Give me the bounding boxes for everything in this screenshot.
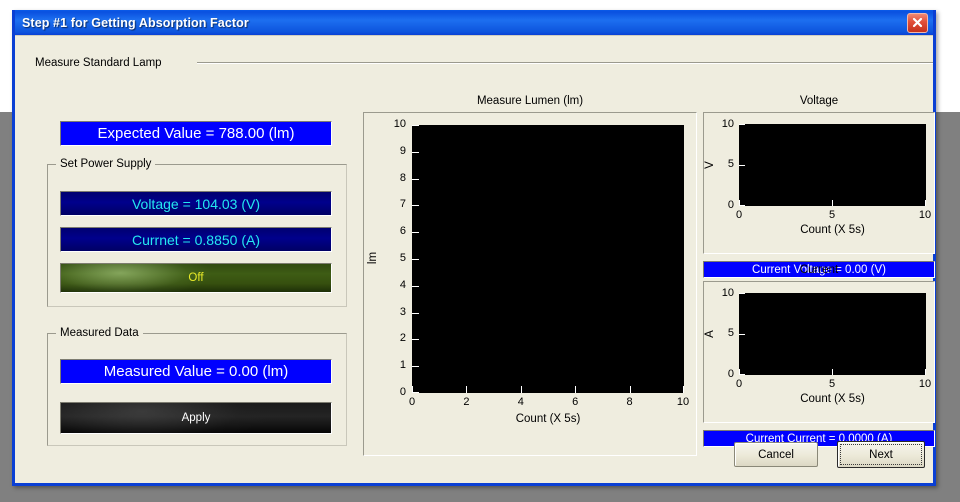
x-tick-label: 0 xyxy=(735,209,743,221)
y-tick-label: 10 xyxy=(393,118,406,130)
x-tick-label: 10 xyxy=(918,378,932,390)
x-tick-label: 0 xyxy=(408,396,416,408)
current-y-axis-label: A xyxy=(704,330,716,338)
y-tick-label: 7 xyxy=(399,198,406,211)
measured-value-readout: Measured Value = 0.00 (lm) xyxy=(60,359,332,384)
title-bar[interactable]: Step #1 for Getting Absorption Factor xyxy=(15,10,933,35)
y-tick-mark xyxy=(412,125,419,126)
current-x-axis-label: Count (X 5s) xyxy=(800,393,865,405)
y-tick-label: 4 xyxy=(399,278,406,291)
measure-lumen-y-axis-label: lm xyxy=(367,251,379,265)
measure-lumen-x-axis-label: Count (X 5s) xyxy=(515,413,581,425)
y-tick-label: 3 xyxy=(399,305,406,318)
cancel-button-label: Cancel xyxy=(758,448,794,461)
dialog-client-area: Measure Standard Lamp Expected Value = 7… xyxy=(15,35,935,483)
y-tick-label: 2 xyxy=(399,332,406,345)
window-title: Step #1 for Getting Absorption Factor xyxy=(22,15,249,30)
y-tick-label: 5 xyxy=(727,158,734,170)
expected-value-readout: Expected Value = 788.00 (lm) xyxy=(60,121,332,146)
x-tick-mark xyxy=(832,200,833,206)
voltage-chart-title: Voltage xyxy=(799,95,839,107)
y-tick-mark xyxy=(412,178,419,180)
dialog-window: Step #1 for Getting Absorption Factor Me… xyxy=(12,10,936,486)
current-setting-readout[interactable]: Currnet = 0.8850 (A) xyxy=(60,227,332,252)
next-button-label: Next xyxy=(869,448,893,461)
section-separator xyxy=(196,62,933,64)
measure-standard-lamp-header: Measure Standard Lamp xyxy=(35,56,935,70)
y-tick-label: 1 xyxy=(399,359,406,372)
y-tick-mark xyxy=(739,334,745,335)
y-tick-label: 5 xyxy=(727,327,734,339)
set-power-supply-title: Set Power Supply xyxy=(56,158,156,170)
x-tick-mark xyxy=(412,386,413,393)
x-tick-label: 6 xyxy=(572,396,579,408)
y-tick-mark xyxy=(412,366,419,368)
current-chart: Current 10 5 0 0 5 10 Count (X 5s) A xyxy=(703,263,935,423)
x-tick-mark xyxy=(925,200,926,206)
x-tick-mark xyxy=(575,386,577,393)
x-tick-mark xyxy=(466,386,468,393)
voltage-y-axis-label: V xyxy=(704,161,716,169)
x-tick-label: 4 xyxy=(517,396,524,408)
x-tick-mark xyxy=(739,200,740,206)
y-tick-label: 10 xyxy=(721,287,734,299)
x-tick-mark xyxy=(629,386,631,393)
power-toggle-button[interactable]: Off xyxy=(60,263,332,293)
y-tick-mark xyxy=(739,165,745,166)
y-tick-label: 10 xyxy=(721,118,734,130)
x-tick-label: 10 xyxy=(918,209,932,221)
x-tick-mark xyxy=(683,386,684,393)
x-tick-label: 8 xyxy=(626,396,633,408)
y-tick-mark xyxy=(412,392,419,393)
current-chart-frame: 10 5 0 0 5 10 Count (X 5s) A xyxy=(703,281,935,423)
x-tick-mark xyxy=(832,369,833,375)
x-tick-label: 2 xyxy=(463,396,470,408)
y-tick-label: 8 xyxy=(399,171,406,184)
measure-lumen-chart-title: Measure Lumen (lm) xyxy=(476,95,584,107)
y-tick-mark xyxy=(412,205,419,207)
y-tick-mark xyxy=(412,232,419,234)
cancel-button[interactable]: Cancel xyxy=(734,442,818,467)
y-tick-mark xyxy=(412,259,419,260)
y-tick-label: 6 xyxy=(399,225,406,238)
voltage-chart: Voltage 10 5 0 0 5 10 Count (X 5s) V xyxy=(703,94,935,254)
x-tick-label: 0 xyxy=(735,378,743,390)
y-tick-label: 5 xyxy=(399,252,406,264)
voltage-setting-readout[interactable]: Voltage = 104.03 (V) xyxy=(60,191,332,216)
x-tick-mark xyxy=(520,386,522,393)
next-button[interactable]: Next xyxy=(837,441,925,468)
measure-lumen-chart-frame: 10 9 8 7 6 5 4 3 2 1 0 0 2 4 6 8 10 Coun… xyxy=(363,112,697,456)
x-tick-label: 10 xyxy=(676,396,690,408)
x-tick-mark xyxy=(925,369,926,375)
y-tick-mark xyxy=(739,293,745,294)
section-title: Measure Standard Lamp xyxy=(35,57,162,69)
x-tick-mark xyxy=(739,369,740,375)
close-icon[interactable] xyxy=(907,12,928,33)
y-tick-mark xyxy=(739,124,745,125)
voltage-chart-frame: 10 5 0 0 5 10 Count (X 5s) V xyxy=(703,112,935,254)
measure-lumen-chart: Measure Lumen (lm) 10 9 8 7 6 5 4 3 2 1 … xyxy=(363,94,697,456)
y-tick-mark xyxy=(412,339,419,341)
y-tick-mark xyxy=(412,151,419,153)
voltage-plot-area[interactable] xyxy=(739,124,926,206)
apply-button[interactable]: Apply xyxy=(60,402,332,434)
measure-lumen-plot-area[interactable] xyxy=(412,125,684,393)
voltage-x-axis-label: Count (X 5s) xyxy=(800,224,865,236)
y-tick-mark xyxy=(412,285,419,287)
x-tick-label: 5 xyxy=(828,378,836,390)
y-tick-label: 9 xyxy=(399,144,406,157)
y-tick-mark xyxy=(412,312,419,314)
current-chart-title: Current xyxy=(799,264,839,276)
measured-data-title: Measured Data xyxy=(56,327,143,339)
current-plot-area[interactable] xyxy=(739,293,926,375)
x-tick-label: 5 xyxy=(828,209,836,221)
